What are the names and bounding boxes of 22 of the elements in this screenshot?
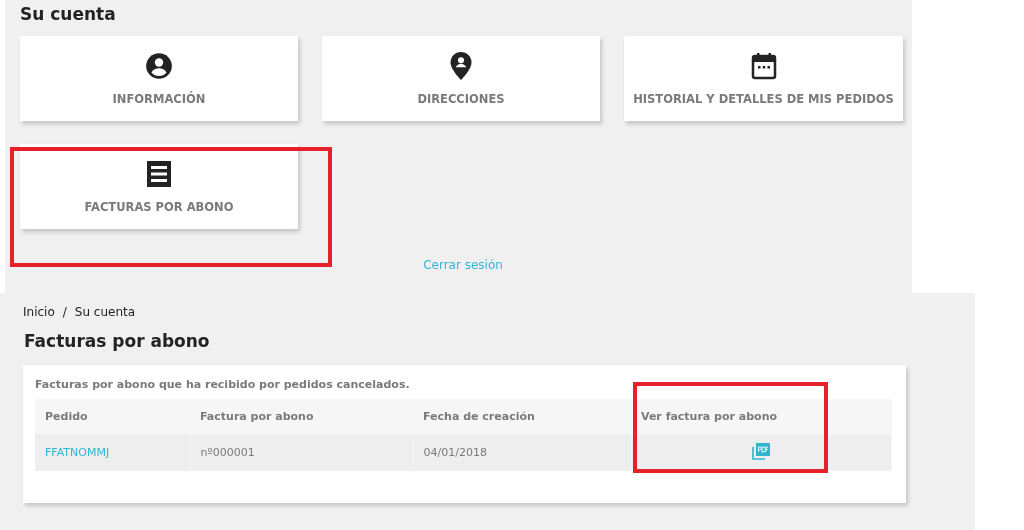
column-header: Ver factura por abono: [631, 399, 892, 434]
breadcrumb-separator: /: [62, 305, 67, 319]
account-tile[interactable]: DIRECCIONES: [322, 36, 600, 121]
calendar-icon: [750, 51, 777, 80]
description-text: Facturas por abono que ha recibido por pedidos cancelados.: [35, 378, 411, 391]
account-tile[interactable]: INFORMACIÓN: [20, 36, 298, 121]
column-header: Pedido: [35, 399, 190, 434]
receipt-icon: [146, 159, 172, 188]
logout-link[interactable]: Cerrar sesión: [423, 258, 503, 272]
section-title: Facturas por abono: [24, 331, 211, 351]
account-tile[interactable]: HISTORIAL Y DETALLES DE MIS PEDIDOS: [624, 36, 903, 121]
account-icon: [145, 51, 173, 80]
column-header: Factura por abono: [190, 399, 413, 434]
pdf-icon[interactable]: [751, 442, 770, 460]
table-cell: 04/01/2018: [413, 434, 631, 471]
breadcrumb-link[interactable]: Inicio: [23, 305, 55, 319]
column-header: Fecha de creación: [413, 399, 631, 434]
location-pin-icon: [450, 51, 472, 80]
page-title: Su cuenta: [20, 4, 116, 24]
account-tile[interactable]: FACTURAS POR ABONO: [20, 144, 298, 229]
breadcrumb-link[interactable]: Su cuenta: [74, 305, 136, 319]
table-cell: nº000001: [190, 434, 413, 471]
